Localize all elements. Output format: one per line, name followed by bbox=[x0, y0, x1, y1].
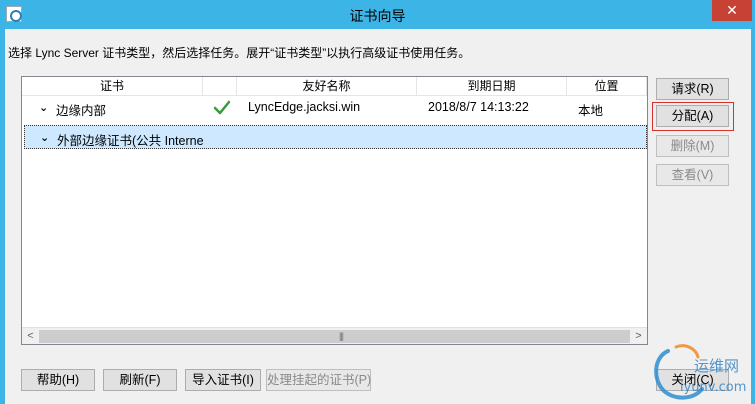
horizontal-scrollbar[interactable]: < ||| > bbox=[22, 327, 647, 344]
assign-button[interactable]: 分配(A) bbox=[656, 105, 729, 127]
table-row[interactable]: ⌄ 边缘内部 LyncEdge.jacksi.win 2018/8/7 14:1… bbox=[22, 97, 647, 119]
scroll-grip-icon: ||| bbox=[339, 331, 344, 341]
chevron-down-icon[interactable]: ⌄ bbox=[39, 101, 48, 114]
scroll-left-button[interactable]: < bbox=[22, 328, 39, 344]
column-header-expiry[interactable]: 到期日期 bbox=[417, 77, 567, 96]
watermark-cn: 运维网 bbox=[694, 357, 739, 375]
location: 本地 bbox=[578, 104, 604, 118]
column-header-friendly-name[interactable]: 友好名称 bbox=[237, 77, 417, 96]
import-certificate-button[interactable]: 导入证书(I) bbox=[185, 369, 261, 391]
watermark-en: iyunv.com bbox=[680, 380, 746, 395]
column-header-status[interactable] bbox=[203, 77, 237, 96]
column-header-certificate[interactable]: 证书 bbox=[22, 77, 203, 96]
dialog-client-area: 选择 Lync Server 证书类型，然后选择任务。展开“证书类型”以执行高级… bbox=[5, 29, 751, 404]
chevron-down-icon[interactable]: ⌄ bbox=[40, 131, 49, 144]
help-button[interactable]: 帮助(H) bbox=[21, 369, 95, 391]
cert-name: 外部边缘证书(公共 Interne bbox=[57, 134, 204, 148]
remove-button[interactable]: 删除(M) bbox=[656, 135, 729, 157]
scroll-right-button[interactable]: > bbox=[630, 328, 647, 344]
certificate-list[interactable]: 证书 友好名称 到期日期 位置 ⌄ 边缘内部 LyncEdge.jacksi.w… bbox=[21, 76, 648, 345]
table-row-selected[interactable]: ⌄ 外部边缘证书(公共 Interne bbox=[24, 125, 647, 149]
scroll-thumb[interactable]: ||| bbox=[39, 330, 630, 343]
expiry-date: 2018/8/7 14:13:22 bbox=[428, 100, 529, 114]
title-bar: 证书向导 ✕ bbox=[0, 0, 755, 29]
list-header: 证书 友好名称 到期日期 位置 bbox=[22, 77, 647, 96]
request-button[interactable]: 请求(R) bbox=[656, 78, 729, 100]
watermark-logo: 运维网 iyunv.com bbox=[654, 344, 746, 400]
checkmark-icon bbox=[213, 100, 231, 115]
view-button[interactable]: 查看(V) bbox=[656, 164, 729, 186]
window-close-button[interactable]: ✕ bbox=[712, 0, 752, 21]
process-pending-button[interactable]: 处理挂起的证书(P) bbox=[266, 369, 371, 391]
friendly-name: LyncEdge.jacksi.win bbox=[248, 100, 361, 114]
instruction-text: 选择 Lync Server 证书类型，然后选择任务。展开“证书类型”以执行高级… bbox=[8, 46, 471, 60]
window-title: 证书向导 bbox=[349, 8, 406, 24]
column-header-location[interactable]: 位置 bbox=[567, 77, 647, 96]
cert-name: 边缘内部 bbox=[56, 104, 107, 118]
refresh-button[interactable]: 刷新(F) bbox=[103, 369, 177, 391]
